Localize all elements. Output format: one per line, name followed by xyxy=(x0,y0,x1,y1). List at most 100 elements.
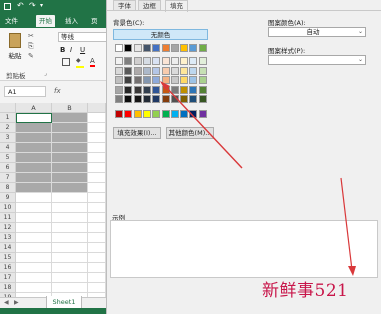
color-swatch[interactable] xyxy=(133,95,142,103)
tab-page-layout[interactable]: 页 xyxy=(88,15,101,27)
cell[interactable] xyxy=(88,273,106,283)
column-header-a[interactable]: A xyxy=(16,103,52,113)
color-swatch[interactable] xyxy=(170,44,179,52)
color-swatch[interactable] xyxy=(142,57,151,65)
cell[interactable] xyxy=(16,243,52,253)
bold-button[interactable]: B xyxy=(60,46,65,54)
cell[interactable] xyxy=(88,233,106,243)
cell[interactable] xyxy=(16,163,52,173)
cell[interactable] xyxy=(52,273,88,283)
color-swatch[interactable] xyxy=(152,85,161,94)
cell[interactable] xyxy=(88,213,106,223)
italic-button[interactable]: I xyxy=(70,46,72,54)
cell[interactable] xyxy=(88,263,106,273)
color-swatch[interactable] xyxy=(142,44,151,52)
underline-button[interactable]: U xyxy=(80,46,85,54)
cell[interactable] xyxy=(16,153,52,163)
cell[interactable] xyxy=(52,263,88,273)
paste-button[interactable]: 粘贴 xyxy=(6,32,24,62)
color-swatch[interactable] xyxy=(133,57,142,65)
color-swatch[interactable] xyxy=(189,110,198,118)
row-header[interactable]: 5 xyxy=(0,153,16,163)
color-swatch[interactable] xyxy=(152,95,161,103)
fill-color-icon[interactable]: ◆ xyxy=(76,58,84,68)
redo-icon[interactable]: ↷ xyxy=(29,1,36,10)
color-swatch[interactable] xyxy=(133,66,142,75)
cell[interactable] xyxy=(16,193,52,203)
color-swatch[interactable] xyxy=(133,76,142,84)
color-swatch[interactable] xyxy=(115,76,123,84)
row-header[interactable]: 8 xyxy=(0,183,16,193)
color-swatch[interactable] xyxy=(198,66,207,75)
tab-insert[interactable]: 插入 xyxy=(62,15,81,27)
row-header[interactable]: 6 xyxy=(0,163,16,173)
cell[interactable] xyxy=(52,143,88,153)
cell[interactable] xyxy=(16,283,52,293)
cell[interactable] xyxy=(16,133,52,143)
customize-qat-icon[interactable]: ▾ xyxy=(40,2,43,9)
color-swatch[interactable] xyxy=(152,66,161,75)
color-swatch[interactable] xyxy=(170,66,179,75)
color-swatch[interactable] xyxy=(198,44,207,52)
cell[interactable] xyxy=(16,203,52,213)
color-swatch[interactable] xyxy=(124,66,133,75)
cell[interactable] xyxy=(88,253,106,263)
color-swatch[interactable] xyxy=(115,85,123,94)
cell[interactable] xyxy=(88,243,106,253)
cell[interactable] xyxy=(52,183,88,193)
color-swatch[interactable] xyxy=(161,57,170,65)
cell[interactable] xyxy=(52,113,88,123)
font-name-select[interactable]: 等线 xyxy=(58,32,108,42)
cell[interactable] xyxy=(88,163,106,173)
color-swatch[interactable] xyxy=(180,85,189,94)
row-header[interactable]: 3 xyxy=(0,133,16,143)
more-colors-button[interactable]: 其他颜色(M)... xyxy=(166,127,214,139)
color-swatch[interactable] xyxy=(142,66,151,75)
column-header-partial[interactable] xyxy=(88,103,106,113)
scroll-right-icon[interactable]: ▶ xyxy=(14,299,19,306)
format-painter-icon[interactable]: ✎ xyxy=(28,52,34,60)
copy-icon[interactable]: ⎘ xyxy=(28,42,34,51)
cell[interactable] xyxy=(88,153,106,163)
row-header[interactable]: 15 xyxy=(0,253,16,263)
color-swatch[interactable] xyxy=(189,76,198,84)
cell[interactable] xyxy=(52,253,88,263)
color-swatch[interactable] xyxy=(124,57,133,65)
cell[interactable] xyxy=(16,223,52,233)
color-swatch[interactable] xyxy=(142,85,151,94)
color-swatch[interactable] xyxy=(124,76,133,84)
pattern-style-select[interactable]: ⌄ xyxy=(268,55,366,65)
cell[interactable] xyxy=(16,143,52,153)
row-header[interactable]: 16 xyxy=(0,263,16,273)
color-swatch[interactable] xyxy=(198,95,207,103)
undo-icon[interactable]: ↶ xyxy=(17,1,24,10)
row-header[interactable]: 7 xyxy=(0,173,16,183)
color-swatch[interactable] xyxy=(189,85,198,94)
color-swatch[interactable] xyxy=(170,57,179,65)
cell[interactable] xyxy=(88,193,106,203)
cell[interactable] xyxy=(88,223,106,233)
color-swatch[interactable] xyxy=(124,85,133,94)
row-header[interactable]: 18 xyxy=(0,283,16,293)
column-header-b[interactable]: B xyxy=(52,103,88,113)
cell[interactable] xyxy=(16,253,52,263)
row-header[interactable]: 12 xyxy=(0,223,16,233)
color-swatch[interactable] xyxy=(180,57,189,65)
row-header[interactable]: 14 xyxy=(0,243,16,253)
color-swatch[interactable] xyxy=(180,44,189,52)
color-swatch[interactable] xyxy=(198,76,207,84)
cut-icon[interactable]: ✂ xyxy=(28,32,34,40)
color-swatch[interactable] xyxy=(161,66,170,75)
row-header[interactable]: 1 xyxy=(0,113,16,123)
color-swatch[interactable] xyxy=(170,76,179,84)
cell[interactable] xyxy=(16,273,52,283)
cell[interactable] xyxy=(16,263,52,273)
color-swatch[interactable] xyxy=(189,95,198,103)
color-swatch[interactable] xyxy=(124,110,133,118)
color-swatch[interactable] xyxy=(115,44,123,52)
cell[interactable] xyxy=(52,173,88,183)
cell[interactable] xyxy=(52,153,88,163)
color-swatch[interactable] xyxy=(189,66,198,75)
borders-icon[interactable] xyxy=(62,58,70,66)
color-swatch[interactable] xyxy=(133,110,142,118)
